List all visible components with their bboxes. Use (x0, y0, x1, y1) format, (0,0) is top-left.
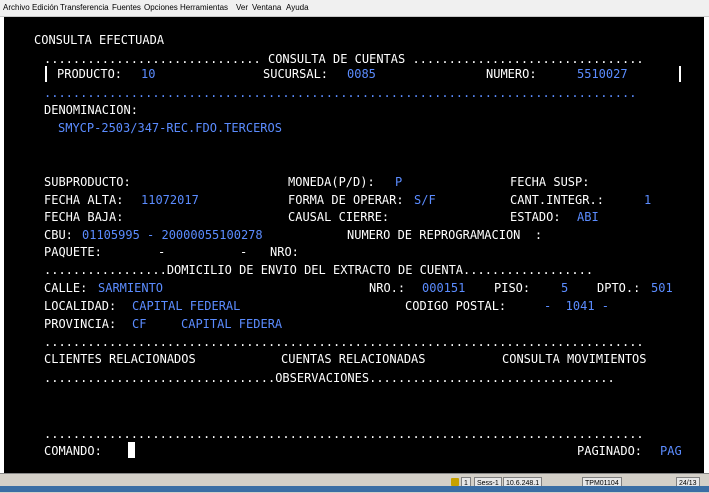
nro-label: NRO: (270, 245, 299, 259)
piso-value: 5 (561, 281, 569, 295)
fecha-susp-label: FECHA SUSP: (510, 175, 590, 189)
menu-opciones[interactable]: Opciones (144, 0, 178, 16)
denominacion-label: DENOMINACION: (44, 103, 138, 117)
producto-label: PRODUCTO: (57, 67, 123, 81)
fecha-alta-value: 11072017 (141, 193, 199, 207)
menu-fuentes[interactable]: Fuentes (112, 0, 141, 16)
denominacion-value: SMYCP-2503/347-REC.FDO.TERCEROS (58, 121, 282, 135)
cbu-value: 01105995 - 20000055100278 (82, 228, 263, 242)
producto-value: 10 (141, 67, 156, 81)
paginado-label: PAGINADO: (577, 444, 643, 458)
dpto-value: 501 (651, 281, 673, 295)
menu-transferencia[interactable]: Transferencia (60, 0, 109, 16)
paquete-dash-2: - (240, 245, 248, 259)
forma-operar-label: FORMA DE OPERAR: (288, 193, 404, 207)
moneda-label: MONEDA(P/D): (288, 175, 375, 189)
causal-cierre-label: CAUSAL CIERRE: (288, 210, 390, 224)
cuentas-relacionadas-link[interactable]: CUENTAS RELACIONADAS (281, 352, 426, 367)
separator-bottom: ........................................… (44, 427, 644, 441)
comando-label: COMANDO: (44, 444, 102, 458)
consulta-cuentas-header: .............................. CONSULTA … (44, 52, 644, 66)
separator-white: ........................................… (44, 335, 644, 349)
calle-value: SARMIENTO (98, 281, 164, 295)
fecha-alta-label: FECHA ALTA: (44, 193, 124, 207)
cant-integr-label: CANT.INTEGR.: (510, 193, 604, 207)
codigo-postal-value: - 1041 - (544, 299, 610, 313)
comando-input-cursor[interactable] (128, 442, 135, 458)
paquete-label: PAQUETE: (44, 245, 102, 259)
provincia-value: CAPITAL FEDERA (181, 317, 283, 331)
sucursal-value: 0085 (347, 67, 376, 81)
screen-title: CONSULTA EFECTUADA (34, 33, 165, 47)
taskbar (0, 486, 709, 492)
consulta-movimientos-link[interactable]: CONSULTA MOVIMIENTOS (502, 352, 647, 367)
provincia-label: PROVINCIA: (44, 317, 117, 331)
localidad-value: CAPITAL FEDERAL (132, 299, 241, 313)
separator-blue: ........................................… (44, 86, 637, 100)
forma-operar-value: S/F (414, 193, 436, 207)
numero-label: NUMERO: (486, 67, 537, 81)
numero-value: 5510027 (577, 67, 628, 81)
estado-value: ABI (577, 210, 599, 224)
field-border-left (45, 66, 47, 82)
lock-icon (451, 478, 459, 486)
menu-edicion[interactable]: Edición (32, 0, 58, 16)
subproducto-label: SUBPRODUCTO: (44, 175, 131, 189)
clientes-relacionados-link[interactable]: CLIENTES RELACIONADOS (44, 352, 196, 367)
paquete-dash-1: - (158, 245, 166, 259)
codigo-postal-label: CODIGO POSTAL: (405, 299, 507, 313)
menu-herramientas[interactable]: Herramientas (180, 0, 228, 16)
nro2-label: NRO.: (369, 281, 406, 295)
nro2-value: 000151 (422, 281, 466, 295)
cbu-label: CBU: (44, 228, 73, 242)
terminal-screen[interactable]: CONSULTA EFECTUADA .....................… (4, 17, 704, 473)
piso-label: PISO: (494, 281, 531, 295)
moneda-value: P (395, 175, 403, 189)
dpto-label: DPTO.: (597, 281, 641, 295)
fecha-baja-label: FECHA BAJA: (44, 210, 124, 224)
reprogramacion-label: NUMERO DE REPROGRAMACION : (347, 228, 543, 242)
menu-bar: Archivo Edición Transferencia Fuentes Op… (0, 0, 709, 17)
sucursal-label: SUCURSAL: (263, 67, 329, 81)
menu-ver[interactable]: Ver (236, 0, 248, 16)
field-border-right (679, 66, 681, 82)
menu-archivo[interactable]: Archivo (3, 0, 30, 16)
domicilio-header: .................DOMICILIO DE ENVIO DEL … (44, 263, 594, 277)
provincia-code: CF (132, 317, 147, 331)
menu-ventana[interactable]: Ventana (252, 0, 281, 16)
paginado-value: PAG (660, 444, 682, 458)
cant-integr-value: 1 (644, 193, 652, 207)
menu-ayuda[interactable]: Ayuda (286, 0, 309, 16)
observaciones-header: ................................OBSERVAC… (44, 371, 615, 385)
localidad-label: LOCALIDAD: (44, 299, 117, 313)
calle-label: CALLE: (44, 281, 88, 295)
estado-label: ESTADO: (510, 210, 561, 224)
